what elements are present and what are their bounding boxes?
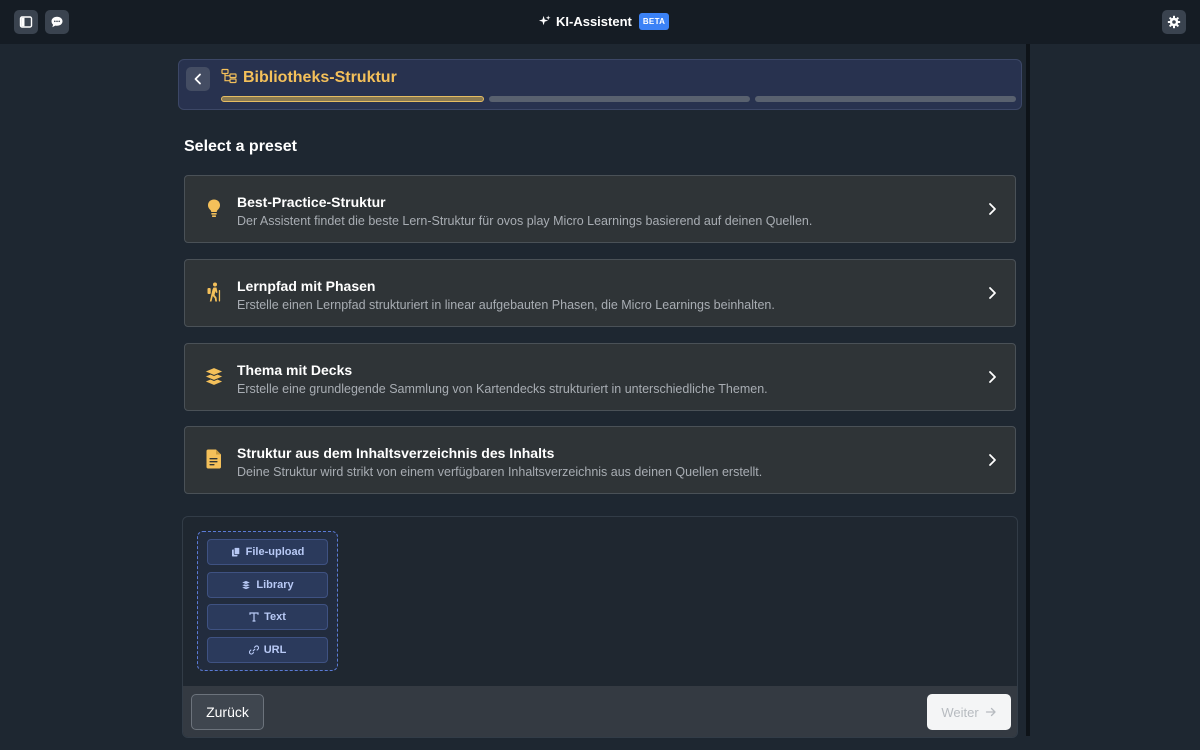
source-label: Text	[264, 611, 286, 623]
preset-title: Struktur aus dem Inhaltsverzeichnis des …	[237, 445, 555, 461]
arrow-right-icon	[985, 707, 996, 717]
progress-step-2	[489, 96, 750, 102]
file-upload-button[interactable]: File-upload	[207, 539, 328, 565]
header-back-button[interactable]	[186, 67, 210, 91]
document-icon	[206, 449, 221, 469]
preset-topic-decks[interactable]: Thema mit Decks Erstelle eine grundlegen…	[184, 343, 1016, 411]
sources-panel: File-upload Library Text URL Zurück Weit…	[182, 516, 1018, 738]
source-label: Library	[256, 579, 294, 591]
structure-icon	[221, 68, 237, 84]
layers-icon	[241, 580, 252, 590]
source-picker: File-upload Library Text URL	[197, 531, 338, 671]
preset-description: Deine Struktur wird strikt von einem ver…	[237, 465, 763, 479]
sparkle-icon	[538, 15, 551, 26]
url-button[interactable]: URL	[207, 637, 328, 663]
preset-description: Erstelle einen Lernpfad strukturiert in …	[237, 298, 775, 312]
beta-badge: BETA	[638, 13, 670, 30]
app-title: KI-Assistent BETA	[538, 13, 670, 30]
section-title: Select a preset	[184, 138, 297, 155]
chat-button[interactable]	[45, 10, 69, 34]
preset-title: Thema mit Decks	[237, 362, 353, 378]
chat-icon	[51, 16, 63, 28]
progress-step-3	[755, 96, 1016, 102]
step-progress	[221, 96, 1016, 102]
preset-title: Lernpfad mit Phasen	[237, 278, 376, 294]
preset-title: Best-Practice-Struktur	[237, 194, 386, 210]
next-button-label: Weiter	[941, 704, 979, 720]
source-label: URL	[263, 644, 287, 656]
library-button[interactable]: Library	[207, 572, 328, 598]
preset-best-practice[interactable]: Best-Practice-Struktur Der Assistent fin…	[184, 175, 1016, 243]
chevron-right-icon	[989, 287, 996, 299]
top-bar: KI-Assistent BETA	[0, 0, 1200, 44]
preset-description: Erstelle eine grundlegende Sammlung von …	[237, 382, 768, 396]
chevron-right-icon	[989, 371, 996, 383]
app-title-text: KI-Assistent	[556, 14, 632, 29]
next-button[interactable]: Weiter	[927, 694, 1011, 730]
preset-description: Der Assistent findet die beste Lern-Stru…	[237, 214, 813, 228]
source-label: File-upload	[245, 546, 305, 558]
wizard-footer: Zurück Weiter	[183, 686, 1017, 737]
vertical-scrollbar[interactable]	[1026, 44, 1030, 736]
preset-learning-path[interactable]: Lernpfad mit Phasen Erstelle einen Lernp…	[184, 259, 1016, 327]
chevron-left-icon	[194, 73, 201, 85]
progress-step-1	[221, 96, 484, 102]
page-title: Bibliotheks-Struktur	[243, 69, 397, 86]
back-button[interactable]: Zurück	[191, 694, 264, 730]
files-icon	[231, 547, 240, 557]
text-button[interactable]: Text	[207, 604, 328, 630]
chevron-right-icon	[989, 454, 996, 466]
settings-icon	[1167, 15, 1181, 29]
chevron-right-icon	[989, 203, 996, 215]
sidebar-toggle-icon	[19, 16, 33, 28]
hiker-icon	[207, 282, 221, 302]
settings-button[interactable]	[1162, 10, 1186, 34]
link-icon	[248, 645, 259, 655]
sidebar-toggle-button[interactable]	[14, 10, 38, 34]
preset-table-of-contents[interactable]: Struktur aus dem Inhaltsverzeichnis des …	[184, 426, 1016, 494]
layers-icon	[203, 366, 225, 387]
text-icon	[249, 612, 259, 622]
wizard-header: Bibliotheks-Struktur	[178, 59, 1022, 110]
lightbulb-icon	[208, 199, 220, 217]
